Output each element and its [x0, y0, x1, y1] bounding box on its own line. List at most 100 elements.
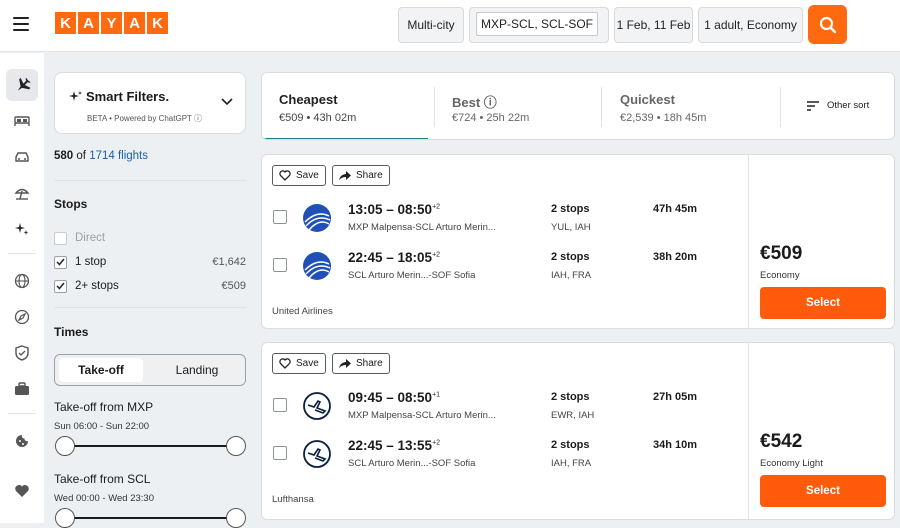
check-icon [56, 258, 65, 266]
heart-outline-icon [279, 358, 291, 369]
heart-outline-icon [279, 170, 291, 181]
slider-handle-min[interactable] [55, 508, 75, 528]
segment-checkbox[interactable] [273, 258, 287, 272]
nav-explore[interactable] [6, 265, 38, 297]
nav-stays[interactable] [6, 105, 38, 137]
united-airlines-logo-icon [303, 252, 331, 280]
nav-trips[interactable] [6, 301, 38, 333]
nav-packages[interactable] [6, 177, 38, 209]
stops-option-1-stop[interactable]: 1 stop €1,642 [54, 253, 246, 271]
checkbox-checked[interactable] [54, 279, 67, 293]
share-arrow-icon [339, 170, 351, 180]
travellers-field[interactable]: 1 adult, Economy [698, 7, 803, 43]
fare-class: Economy Light [760, 458, 823, 469]
save-button[interactable]: Save [272, 165, 326, 186]
select-button[interactable]: Select [760, 475, 886, 507]
segment-duration: 27h 05m [653, 391, 698, 403]
segment-route: SCL Arturo Merin...-SOF Sofia [348, 270, 476, 281]
tab-landing[interactable]: Landing [155, 358, 239, 382]
nav-cookies[interactable] [6, 425, 38, 457]
logo-letter: K [147, 12, 168, 34]
flight-segment[interactable]: 13:05 – 08:50+2 MXP Malpensa-SCL Arturo … [272, 202, 742, 242]
takeoff-mxp-range: Sun 06:00 - Sun 22:00 [54, 421, 150, 432]
slider-handle-max[interactable] [226, 508, 246, 528]
sort-tab-cheapest[interactable]: Cheapest €509 • 43h 02m [262, 73, 428, 139]
segment-route: MXP Malpensa-SCL Arturo Merin... [348, 410, 496, 421]
tab-take-off[interactable]: Take-off [59, 358, 143, 382]
nav-ai[interactable] [6, 213, 38, 245]
briefcase-icon [15, 382, 29, 395]
logo-letter: K [55, 12, 76, 34]
trip-type-select[interactable]: Multi-city [398, 7, 464, 43]
bed-icon [14, 116, 30, 126]
search-button[interactable] [808, 5, 847, 44]
carrier-name: Lufthansa [272, 494, 314, 505]
result-card: Save Share 13:05 – 08:50+2 MXP Malpensa-… [261, 154, 895, 329]
save-button[interactable]: Save [272, 353, 326, 374]
nav-rail [0, 53, 44, 523]
takeoff-scl-range: Wed 00:00 - Wed 23:30 [54, 493, 154, 504]
chevron-down-icon[interactable] [221, 98, 233, 106]
sort-icon [807, 100, 819, 111]
smart-filters-subtitle: BETA • Powered by ChatGPT ⓘ [87, 114, 202, 123]
segment-checkbox[interactable] [273, 398, 287, 412]
dates-field[interactable]: 1 Feb, 11 Feb [614, 7, 693, 43]
takeoff-mxp-slider-track[interactable] [64, 445, 236, 447]
other-sort-button[interactable]: Other sort [807, 100, 869, 111]
flight-segment[interactable]: 22:45 – 18:05+2 SCL Arturo Merin...-SOF … [272, 250, 742, 290]
heart-icon [15, 485, 29, 497]
umbrella-icon [14, 188, 30, 200]
logo-letter: Y [101, 12, 122, 34]
times-heading: Times [54, 325, 89, 339]
flight-segment[interactable]: 22:45 – 13:55+2 SCL Arturo Merin...-SOF … [272, 438, 742, 478]
flight-segment[interactable]: 09:45 – 08:50+1 MXP Malpensa-SCL Arturo … [272, 390, 742, 430]
segment-stops: 2 stops [551, 391, 590, 403]
segment-stops: 2 stops [551, 251, 590, 263]
nav-alerts[interactable] [6, 337, 38, 369]
sort-tab-best[interactable]: Best ⓘ €724 • 25h 22m [435, 73, 601, 139]
logo-letter: A [124, 12, 145, 34]
smart-filters-card[interactable]: Smart Filters. BETA • Powered by ChatGPT… [54, 72, 246, 134]
carrier-name: United Airlines [272, 306, 333, 317]
lufthansa-crane-logo-icon [303, 392, 331, 420]
share-button[interactable]: Share [332, 353, 390, 374]
share-button[interactable]: Share [332, 165, 390, 186]
sparkle-icon [69, 91, 82, 101]
smart-filters-title: Smart Filters. [69, 89, 169, 104]
stops-option-direct[interactable]: Direct [54, 229, 246, 247]
result-card: Save Share 09:45 – 08:50+1 MXP Malpensa-… [261, 342, 895, 520]
takeoff-scl-slider-track[interactable] [64, 517, 236, 519]
logo-letter: A [78, 12, 99, 34]
sort-bar: Cheapest €509 • 43h 02m Best ⓘ €724 • 25… [261, 72, 895, 140]
sparkle-icon [15, 223, 29, 235]
checkbox-checked[interactable] [54, 255, 67, 269]
nav-cars[interactable] [6, 141, 38, 173]
segment-stops: 2 stops [551, 439, 590, 451]
shield-icon [15, 345, 29, 361]
segment-checkbox[interactable] [273, 210, 287, 224]
segment-via: YUL, IAH [551, 222, 591, 233]
compass-icon [14, 309, 30, 325]
segment-checkbox[interactable] [273, 446, 287, 460]
slider-handle-min[interactable] [55, 436, 75, 456]
price: €509 [760, 243, 803, 264]
nav-flights[interactable] [6, 69, 38, 101]
takeoff-scl-label: Take-off from SCL [54, 472, 151, 486]
route-field[interactable]: MXP-SCL, SCL-SOF [476, 12, 598, 36]
segment-route: SCL Arturo Merin...-SOF Sofia [348, 458, 476, 469]
nav-favorites[interactable] [6, 475, 38, 507]
plane-icon [17, 77, 31, 91]
segment-duration: 47h 45m [653, 203, 698, 215]
sort-tab-quickest[interactable]: Quickest €2,539 • 18h 45m [602, 73, 768, 139]
segment-times: 09:45 – 08:50+1 [348, 390, 441, 405]
results-count: 580 of 1714 flights [54, 150, 149, 162]
segment-duration: 34h 10m [653, 439, 698, 451]
stops-option-2-plus[interactable]: 2+ stops €509 [54, 277, 246, 295]
select-button[interactable]: Select [760, 287, 886, 319]
segment-stops: 2 stops [551, 203, 590, 215]
kayak-logo[interactable]: K A Y A K [55, 12, 168, 34]
menu-icon[interactable] [13, 17, 29, 31]
nav-business[interactable] [6, 373, 38, 405]
checkbox[interactable] [54, 231, 67, 245]
slider-handle-max[interactable] [226, 436, 246, 456]
